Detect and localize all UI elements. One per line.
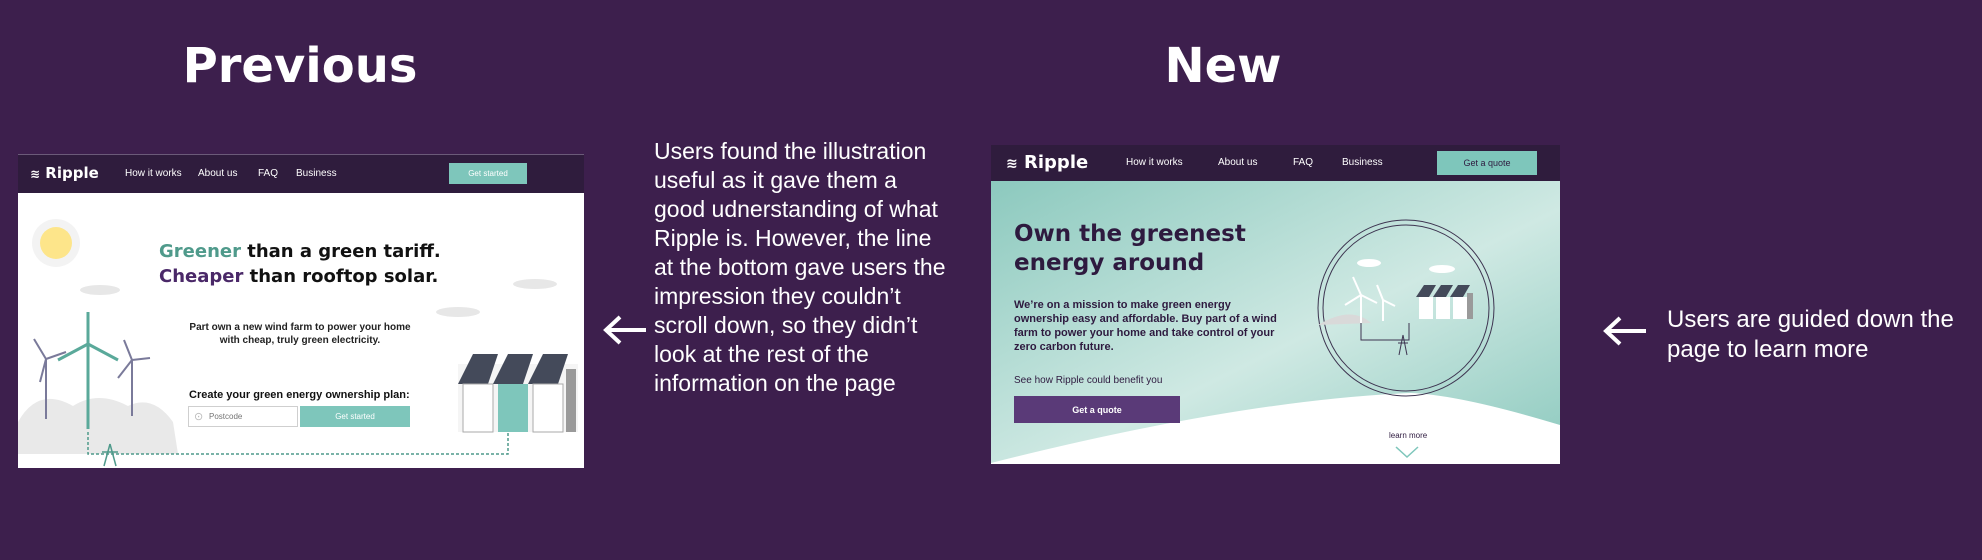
left-arrow-icon — [603, 315, 646, 345]
hero-accent-cheaper: Cheaper — [159, 266, 244, 287]
previous-screenshot: ≋ Ripple How it works About us FAQ Busin… — [18, 154, 584, 468]
previous-caption: Users found the illustration useful as i… — [654, 138, 946, 396]
get-started-button[interactable]: Get started — [300, 406, 410, 427]
new-screenshot: ≋ Ripple How it works About us FAQ Busin… — [991, 145, 1560, 464]
see-how-text: See how Ripple could benefit you — [1014, 375, 1163, 386]
new-caption: Users are guided down the page to learn … — [1667, 306, 1954, 363]
previous-subtitle: Part own a new wind farm to power your h… — [189, 322, 411, 346]
postcode-input[interactable] — [188, 406, 298, 427]
previous-heading: Previous — [182, 38, 418, 94]
new-heading: New — [1164, 38, 1282, 94]
location-pin-icon: ⊙ — [194, 411, 204, 423]
left-arrow-icon — [1603, 316, 1646, 346]
previous-hero-line-2: Cheaper than rooftop solar. — [159, 266, 438, 287]
hero-accent-greener: Greener — [159, 241, 241, 262]
previous-plan-label: Create your green energy ownership plan: — [189, 389, 410, 401]
ripple-logo[interactable]: ≋ Ripple — [1006, 152, 1088, 173]
get-a-quote-button[interactable]: Get a quote — [1014, 396, 1180, 423]
hero-rest-2: than rooftop solar. — [243, 266, 439, 287]
nav-how-it-works[interactable]: How it works — [1126, 157, 1183, 168]
learn-more-link[interactable]: learn more — [1389, 431, 1427, 440]
nav-faq[interactable]: FAQ — [1293, 157, 1313, 168]
new-hero-title: Own the greenest energy around — [1014, 221, 1246, 276]
ripple-logo-icon: ≋ — [1006, 156, 1018, 172]
new-subtitle: We’re on a mission to make green energy … — [1014, 299, 1277, 353]
previous-hero-line-1: Greener than a green tariff. — [159, 241, 441, 262]
hero-rest-1: than a green tariff. — [240, 241, 441, 262]
nav-business[interactable]: Business — [1342, 157, 1383, 168]
nav-about-us[interactable]: About us — [1218, 157, 1257, 168]
house-icon — [458, 354, 576, 433]
house-icon — [1416, 285, 1473, 319]
new-navbar: ≋ Ripple How it works About us FAQ Busin… — [991, 145, 1560, 181]
nav-get-a-quote-button[interactable]: Get a quote — [1437, 151, 1537, 175]
sun-icon — [32, 219, 80, 267]
logo-text: Ripple — [1024, 152, 1089, 173]
